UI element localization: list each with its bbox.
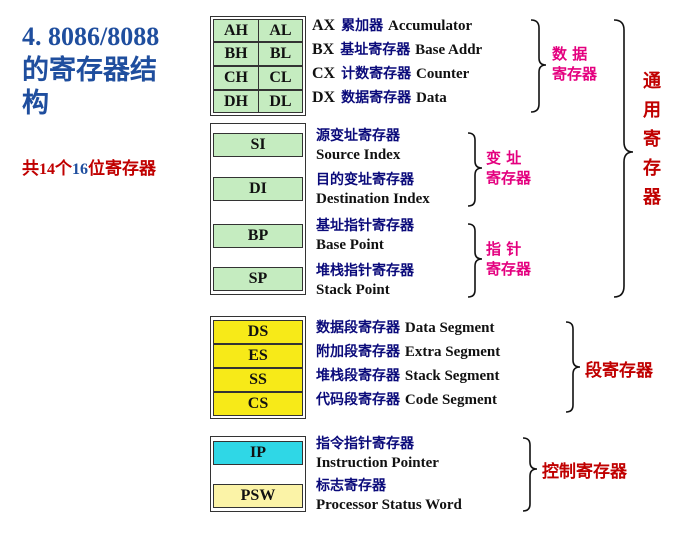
group-control-registers: 控制寄存器 bbox=[542, 462, 627, 482]
group-index-registers: 变 址 寄存器 bbox=[486, 149, 532, 187]
group-segment-registers: 段寄存器 bbox=[585, 361, 653, 381]
brace-index-registers bbox=[467, 132, 483, 207]
group-data-registers: 数 据 寄存器 bbox=[552, 45, 598, 83]
brace-pointer-registers bbox=[467, 223, 483, 298]
brace-data-registers bbox=[530, 19, 547, 113]
group-pointer-registers: 指 针 寄存器 bbox=[486, 240, 532, 278]
brace-segment-registers bbox=[565, 321, 581, 413]
group-general-registers: 通 用 寄 存 器 bbox=[643, 71, 661, 208]
brace-general-registers bbox=[613, 19, 634, 298]
brace-control-registers bbox=[522, 437, 538, 512]
